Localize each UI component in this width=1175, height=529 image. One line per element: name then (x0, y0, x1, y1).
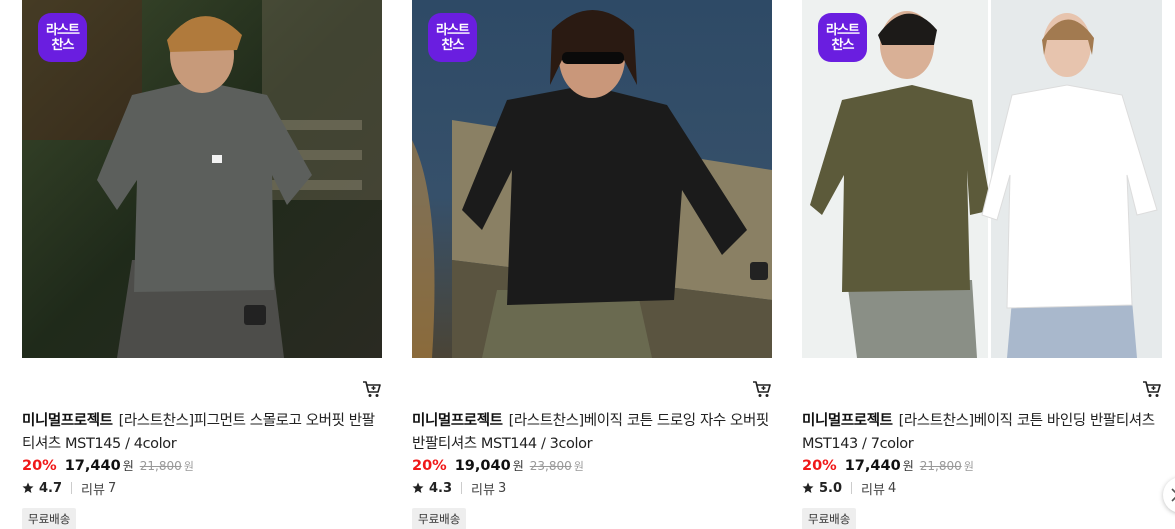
product-image[interactable]: 라스트 찬스 (412, 0, 772, 358)
badge-line1: 라스트 (436, 22, 470, 38)
original-price: 21,800 (139, 459, 182, 473)
divider (71, 482, 73, 494)
product-title[interactable]: 미니멀프로젝트 [라스트찬스]피그먼트 스몰로고 오버핏 반팔티셔츠 MST145… (22, 410, 382, 456)
review-count: 3 (497, 480, 507, 496)
rating-row: 5.0 리뷰 4 (802, 479, 1162, 498)
rating-score: 4.3 (429, 480, 453, 496)
discount-rate: 20% (802, 458, 837, 474)
original-price: 23,800 (529, 459, 572, 473)
currency-unit: 원 (512, 459, 524, 473)
free-shipping-tag: 무료배송 (22, 508, 77, 529)
sale-price: 17,440 (64, 458, 121, 474)
brand-name[interactable]: 미니멀프로젝트 (22, 413, 113, 429)
last-chance-badge: 라스트 찬스 (428, 13, 477, 62)
last-chance-badge: 라스트 찬스 (38, 13, 87, 62)
divider (461, 482, 463, 494)
rating-row: 4.7 리뷰 7 (22, 479, 382, 498)
original-currency-unit: 원 (573, 460, 584, 473)
currency-unit: 원 (902, 459, 914, 473)
original-currency-unit: 원 (963, 460, 974, 473)
brand-name[interactable]: 미니멀프로젝트 (802, 413, 893, 429)
carousel-next-button[interactable] (1163, 477, 1175, 513)
badge-line2: 찬스 (831, 37, 855, 53)
star-icon (22, 482, 34, 493)
review-count: 7 (107, 480, 117, 496)
review-count: 4 (887, 480, 897, 496)
badge-line1: 라스트 (46, 22, 80, 38)
badge-line1: 라스트 (826, 22, 860, 38)
badge-line2: 찬스 (441, 37, 465, 53)
product-image[interactable]: 라스트 찬스 (802, 0, 1162, 358)
price-row: 20% 17,440 원 21,800 원 (802, 457, 1162, 477)
discount-rate: 20% (22, 458, 57, 474)
badge-line2: 찬스 (51, 37, 75, 53)
review-label: 리뷰 (471, 482, 495, 498)
chevron-right-icon (1171, 488, 1175, 502)
sale-price: 17,440 (844, 458, 901, 474)
cart-icon[interactable] (362, 380, 382, 398)
cart-icon[interactable] (1142, 380, 1162, 398)
price-row: 20% 17,440 원 21,800 원 (22, 457, 382, 477)
discount-rate: 20% (412, 458, 447, 474)
product-title[interactable]: 미니멀프로젝트 [라스트찬스]베이직 코튼 드로잉 자수 오버핏 반팔티셔츠 MS… (412, 410, 772, 456)
price-row: 20% 19,040 원 23,800 원 (412, 457, 772, 477)
original-price: 21,800 (919, 459, 962, 473)
currency-unit: 원 (122, 459, 134, 473)
rating-row: 4.3 리뷰 3 (412, 479, 772, 498)
star-icon (802, 482, 814, 493)
brand-name[interactable]: 미니멀프로젝트 (412, 413, 503, 429)
product-card[interactable]: 라스트 찬스 미니멀프로젝트 [라스트찬스]베이직 코튼 드로잉 자수 오버핏 반… (412, 0, 772, 529)
product-card[interactable]: 라스트 찬스 미니멀프로젝트 [라스트찬스]베이직 코튼 바인딩 반팔티셔츠 MS… (802, 0, 1162, 529)
original-currency-unit: 원 (183, 460, 194, 473)
rating-score: 5.0 (819, 480, 843, 496)
review-label: 리뷰 (81, 482, 105, 498)
divider (851, 482, 853, 494)
free-shipping-tag: 무료배송 (412, 508, 467, 529)
free-shipping-tag: 무료배송 (802, 508, 857, 529)
star-icon (412, 482, 424, 493)
cart-icon[interactable] (752, 380, 772, 398)
product-image[interactable]: 라스트 찬스 (22, 0, 382, 358)
review-label: 리뷰 (861, 482, 885, 498)
sale-price: 19,040 (454, 458, 511, 474)
rating-score: 4.7 (39, 480, 63, 496)
last-chance-badge: 라스트 찬스 (818, 13, 867, 62)
product-card[interactable]: 라스트 찬스 미니멀프로젝트 [라스트찬스]피그먼트 스몰로고 오버핏 반팔티셔츠… (22, 0, 382, 529)
product-title[interactable]: 미니멀프로젝트 [라스트찬스]베이직 코튼 바인딩 반팔티셔츠 MST143 / … (802, 410, 1162, 456)
